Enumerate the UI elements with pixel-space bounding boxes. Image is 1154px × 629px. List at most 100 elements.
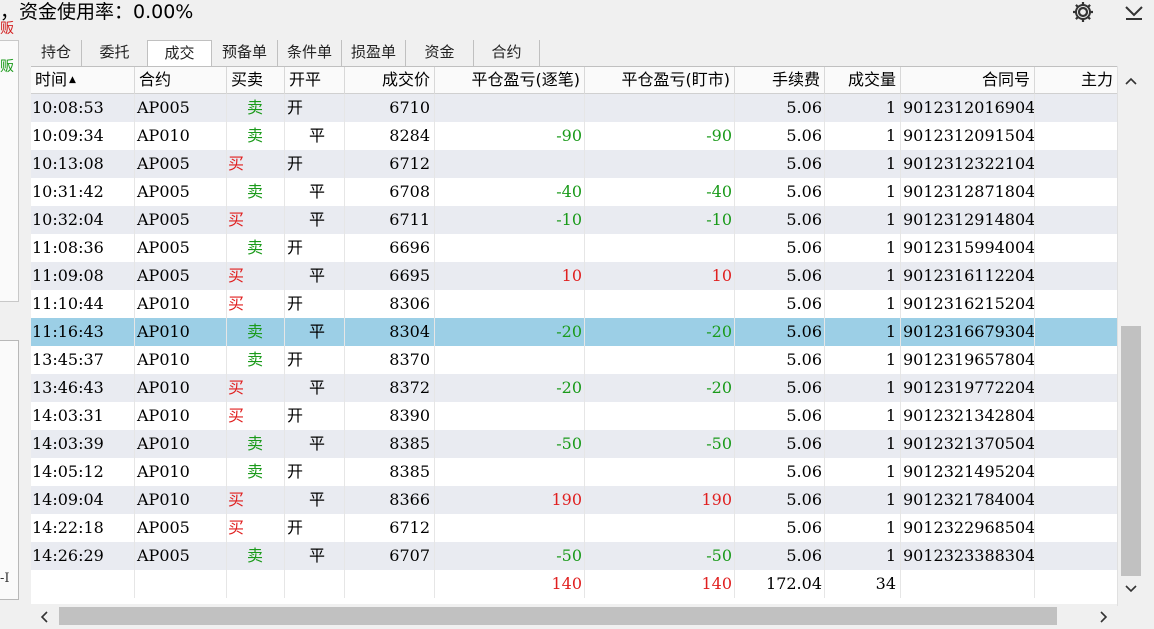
cell-pl-mark: -50 [585, 430, 735, 458]
header-main[interactable]: 主力 [1035, 67, 1118, 94]
table-row[interactable]: 10:13:08AP005买开6712 5.0619012312322104130… [31, 150, 1118, 178]
table-row[interactable]: 10:08:53AP005卖开6710 5.0619012312016904130… [31, 94, 1118, 122]
cell-main [1035, 178, 1118, 206]
header-pl-mark[interactable]: 平仓盈亏(盯市) [585, 67, 735, 94]
horizontal-scroll-thumb[interactable] [59, 607, 1057, 625]
header-contract-id[interactable]: 合同号 [901, 67, 1035, 94]
scroll-left-icon[interactable] [31, 604, 57, 629]
header-pl-trade[interactable]: 平仓盈亏(逐笔) [435, 67, 585, 94]
cell-time: 13:45:37 [31, 346, 135, 374]
vertical-scroll-thumb[interactable] [1121, 326, 1141, 576]
cell-openclose: 开 [285, 514, 345, 542]
cell-pl-trade: 10 [435, 262, 585, 290]
tab-preorders[interactable]: 预备单 [212, 40, 278, 66]
total-contract-empty [135, 570, 227, 598]
table-row[interactable]: 14:09:04 AP010 买平 8366 190 190 5.06 1 9012321784… [31, 486, 1118, 514]
cell-openclose: 平 [285, 486, 345, 514]
table-row[interactable]: 13:45:37AP010卖开8370 5.0619012319657804130… [31, 346, 1118, 374]
cell-contract: AP010 [135, 486, 227, 514]
cell-volume: 1 [825, 178, 901, 206]
cell-volume: 1 [825, 346, 901, 374]
cell-pl-mark: -20 [585, 374, 735, 402]
total-fee: 172.04 [735, 570, 825, 598]
table-row[interactable]: 11:08:36AP005卖开6696 5.0619012315994004130… [31, 234, 1118, 262]
header-contract[interactable]: 合约 [135, 67, 227, 94]
cell-contract: AP005 [135, 150, 227, 178]
scroll-up-icon[interactable] [1118, 68, 1144, 94]
cell-price: 8304 [345, 318, 435, 346]
cell-buysell: 卖 [227, 122, 285, 150]
cell-contract: AP010 [135, 122, 227, 150]
chevron-down-icon[interactable] [1120, 0, 1148, 24]
tab-bar: 持仓 委托 成交 预备单 条件单 损盈单 资金 合约 [31, 40, 540, 66]
header-volume[interactable]: 成交量 [825, 67, 901, 94]
cell-openclose: 开 [285, 234, 345, 262]
tab-positions[interactable]: 持仓 [31, 40, 82, 66]
cell-contract-id: 901231287180413019940 [901, 178, 1035, 206]
table-row-selected[interactable]: 11:16:43 AP010 卖平 8304 -20 -20 5.06 1 9012316679… [31, 318, 1118, 346]
cell-openclose: 开 [285, 290, 345, 318]
tab-stop-orders[interactable]: 损盈单 [342, 40, 406, 66]
total-main-empty [1035, 570, 1118, 598]
cell-pl-trade [435, 94, 585, 122]
cell-pl-mark: -20 [585, 318, 735, 346]
cell-price: 8284 [345, 122, 435, 150]
cell-buysell: 买 [227, 262, 285, 290]
cell-main [1035, 346, 1118, 374]
cell-volume: 1 [825, 206, 901, 234]
table-row[interactable]: 14:03:39 AP010 卖平 8385 -50 -50 5.06 1 9012321370… [31, 430, 1118, 458]
cell-openclose: 平 [285, 542, 345, 570]
horizontal-scrollbar[interactable] [31, 604, 1117, 629]
cell-volume: 1 [825, 94, 901, 122]
table-row[interactable]: 13:46:43 AP010 买平 8372 -20 -20 5.06 1 9012319772… [31, 374, 1118, 402]
gear-icon[interactable] [1069, 0, 1097, 24]
table-row[interactable]: 10:31:42 AP005 卖平 6708 -40 -40 5.06 1 9012312871… [31, 178, 1118, 206]
table-row[interactable]: 10:32:04 AP005 买平 6711 -10 -10 5.06 1 9012312914… [31, 206, 1118, 234]
table-row[interactable]: 14:26:29 AP005 卖平 6707 -50 -50 5.06 1 9012323388… [31, 542, 1118, 570]
cell-contract-id: 901232134280413032700 [901, 402, 1035, 430]
left-char-1: 贩 [0, 21, 14, 37]
cell-contract: AP010 [135, 290, 227, 318]
cell-volume: 1 [825, 290, 901, 318]
table-row[interactable]: 14:05:12AP010卖开8385 5.0619012321495204130… [31, 458, 1118, 486]
table-row[interactable]: 10:09:34 AP010 卖平 8284 -90 -90 5.06 1 9012312091… [31, 122, 1118, 150]
cell-buysell: 买 [227, 486, 285, 514]
total-buysell-empty [227, 570, 285, 598]
cell-openclose: 平 [285, 206, 345, 234]
header-price[interactable]: 成交价 [345, 67, 435, 94]
table-row[interactable]: 14:22:18AP005买开6712 5.0619012322968504130… [31, 514, 1118, 542]
tab-contracts[interactable]: 合约 [474, 40, 540, 66]
cell-price: 6696 [345, 234, 435, 262]
tab-conditional-orders[interactable]: 条件单 [278, 40, 342, 66]
table-row[interactable]: 11:10:44AP010买开8306 5.0619012316215204130… [31, 290, 1118, 318]
cell-buysell: 卖 [227, 234, 285, 262]
table-row[interactable]: 11:09:08 AP005 买平 6695 10 10 5.06 1 901231611220… [31, 262, 1118, 290]
cell-time: 11:09:08 [31, 262, 135, 290]
cell-buysell: 买 [227, 150, 285, 178]
cell-time: 11:16:43 [31, 318, 135, 346]
scroll-right-icon[interactable] [1091, 604, 1117, 629]
header-time[interactable]: 时间 ▲ [31, 67, 135, 94]
cell-price: 8385 [345, 458, 435, 486]
cell-volume: 1 [825, 486, 901, 514]
cell-main [1035, 206, 1118, 234]
header-buysell[interactable]: 买卖 [227, 67, 285, 94]
total-price-empty [345, 570, 435, 598]
header-fee[interactable]: 手续费 [735, 67, 825, 94]
cell-main [1035, 458, 1118, 486]
cell-buysell: 卖 [227, 542, 285, 570]
vertical-scrollbar[interactable] [1117, 66, 1144, 606]
cell-price: 8366 [345, 486, 435, 514]
header-openclose[interactable]: 开平 [285, 67, 345, 94]
cell-price: 6711 [345, 206, 435, 234]
cell-price: 8385 [345, 430, 435, 458]
tab-trades[interactable]: 成交 [148, 40, 212, 66]
tab-funds[interactable]: 资金 [406, 40, 474, 66]
table-row[interactable]: 14:03:31AP010买开8390 5.0619012321342804130… [31, 402, 1118, 430]
tab-orders[interactable]: 委托 [82, 40, 148, 66]
cell-volume: 1 [825, 430, 901, 458]
cell-contract: AP005 [135, 206, 227, 234]
cell-contract: AP010 [135, 374, 227, 402]
cell-fee: 5.06 [735, 346, 825, 374]
scroll-down-icon[interactable] [1118, 576, 1144, 602]
